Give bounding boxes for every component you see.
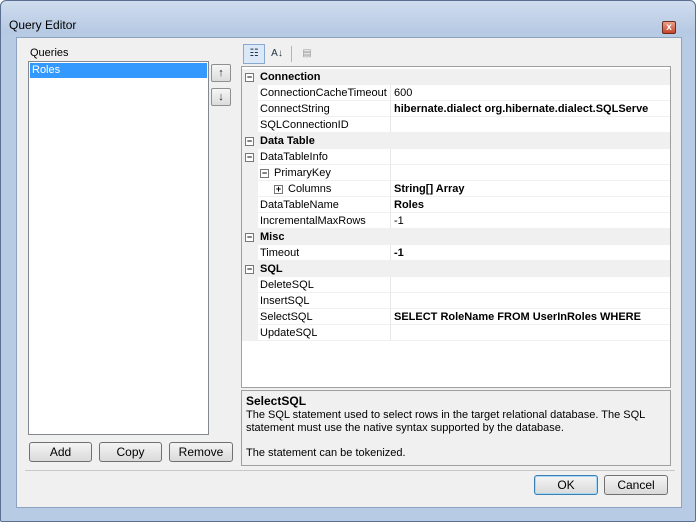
property-row[interactable]: ConnectionCacheTimeout 600 bbox=[242, 85, 670, 101]
property-name: Columns bbox=[288, 183, 332, 195]
collapse-icon[interactable]: − bbox=[245, 233, 254, 242]
expand-icon[interactable]: + bbox=[274, 185, 283, 194]
category-label: Misc bbox=[260, 231, 285, 243]
property-row[interactable]: InsertSQL bbox=[242, 293, 670, 309]
collapse-icon[interactable]: − bbox=[260, 169, 269, 178]
property-row[interactable]: + Columns String[] Array bbox=[242, 181, 670, 197]
category-label: SQL bbox=[260, 263, 283, 275]
queries-list[interactable]: Roles bbox=[28, 61, 209, 435]
category-label: Connection bbox=[260, 71, 321, 83]
property-row[interactable]: DataTableName Roles bbox=[242, 197, 670, 213]
property-name: IncrementalMaxRows bbox=[260, 215, 366, 227]
property-row[interactable]: Timeout -1 bbox=[242, 245, 670, 261]
property-name: InsertSQL bbox=[260, 295, 310, 307]
property-row-selected[interactable]: SelectSQL SELECT RoleName FROM UserInRol… bbox=[242, 309, 670, 325]
property-row[interactable]: ConnectString hibernate.dialect org.hibe… bbox=[242, 101, 670, 117]
property-grid[interactable]: − Connection ConnectionCacheTimeout 600 … bbox=[241, 66, 671, 388]
property-value[interactable]: hibernate.dialect org.hibernate.dialect.… bbox=[394, 101, 670, 117]
ok-button[interactable]: OK bbox=[534, 475, 598, 495]
property-name: UpdateSQL bbox=[260, 327, 318, 339]
cancel-button[interactable]: Cancel bbox=[604, 475, 668, 495]
description-note: The statement can be tokenized. bbox=[246, 447, 406, 459]
property-name: DataTableName bbox=[260, 199, 339, 211]
description-title: SelectSQL bbox=[246, 394, 307, 408]
description-panel: SelectSQL The SQL statement used to sele… bbox=[241, 390, 671, 466]
property-name: ConnectionCacheTimeout bbox=[260, 87, 387, 99]
move-down-button[interactable]: ↓ bbox=[211, 88, 231, 106]
close-button[interactable]: x bbox=[662, 21, 676, 34]
property-value[interactable]: -1 bbox=[394, 213, 670, 229]
description-text: The SQL statement used to select rows in… bbox=[246, 409, 645, 434]
copy-button[interactable]: Copy bbox=[99, 442, 162, 462]
property-row[interactable]: UpdateSQL bbox=[242, 325, 670, 341]
property-pages-button[interactable]: ▤ bbox=[296, 44, 318, 64]
property-value[interactable]: 600 bbox=[394, 85, 670, 101]
category-sql[interactable]: − SQL bbox=[242, 261, 670, 277]
category-misc[interactable]: − Misc bbox=[242, 229, 670, 245]
property-name: DataTableInfo bbox=[260, 151, 328, 163]
collapse-icon[interactable]: − bbox=[245, 265, 254, 274]
move-up-button[interactable]: ↑ bbox=[211, 64, 231, 82]
property-pages-icon: ▤ bbox=[302, 48, 312, 59]
property-name: DeleteSQL bbox=[260, 279, 314, 291]
title-bar[interactable]: Query Editor x bbox=[1, 1, 695, 34]
category-label: Data Table bbox=[260, 135, 315, 147]
collapse-icon[interactable]: − bbox=[245, 153, 254, 162]
toolbar-separator bbox=[291, 46, 292, 62]
alphabetical-button[interactable]: A↓ bbox=[266, 44, 288, 64]
property-row[interactable]: DeleteSQL bbox=[242, 277, 670, 293]
property-name: SelectSQL bbox=[260, 311, 313, 323]
category-connection[interactable]: − Connection bbox=[242, 69, 670, 85]
query-list-item-roles[interactable]: Roles bbox=[30, 63, 207, 78]
collapse-icon[interactable]: − bbox=[245, 73, 254, 82]
category-data-table[interactable]: − Data Table bbox=[242, 133, 670, 149]
dialog-client-area: Queries Roles ↑ ↓ Add Copy Remove ☷ A↓ ▤… bbox=[16, 37, 682, 508]
categorized-button[interactable]: ☷ bbox=[243, 44, 265, 64]
property-value[interactable] bbox=[394, 117, 670, 133]
divider bbox=[25, 470, 675, 471]
property-name: SQLConnectionID bbox=[260, 119, 349, 131]
property-row[interactable]: − DataTableInfo bbox=[242, 149, 670, 165]
property-name: PrimaryKey bbox=[274, 167, 331, 179]
property-row[interactable]: IncrementalMaxRows -1 bbox=[242, 213, 670, 229]
queries-label: Queries bbox=[30, 47, 69, 59]
property-value[interactable]: String[] Array bbox=[394, 181, 670, 197]
arrow-down-icon: ↓ bbox=[218, 91, 224, 103]
property-value[interactable]: Roles bbox=[394, 197, 670, 213]
property-row[interactable]: SQLConnectionID bbox=[242, 117, 670, 133]
property-value[interactable]: SELECT RoleName FROM UserInRoles WHERE bbox=[394, 309, 670, 325]
window-title: Query Editor bbox=[9, 18, 77, 32]
property-name: Timeout bbox=[260, 247, 300, 259]
remove-button[interactable]: Remove bbox=[169, 442, 233, 462]
property-value[interactable]: -1 bbox=[394, 245, 670, 261]
categorized-icon: ☷ bbox=[249, 48, 259, 59]
add-button[interactable]: Add bbox=[29, 442, 92, 462]
sort-alphabetical-icon: A↓ bbox=[271, 48, 283, 59]
collapse-icon[interactable]: − bbox=[245, 137, 254, 146]
arrow-up-icon: ↑ bbox=[218, 67, 224, 79]
property-name: ConnectString bbox=[260, 103, 330, 115]
query-editor-window: Query Editor x Queries Roles ↑ ↓ Add Cop… bbox=[0, 0, 696, 522]
property-row[interactable]: − PrimaryKey bbox=[242, 165, 670, 181]
